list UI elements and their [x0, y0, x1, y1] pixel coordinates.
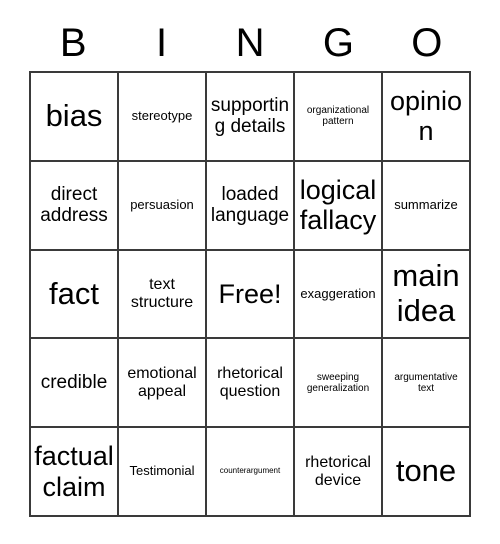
bingo-cell-label: main idea [392, 258, 460, 328]
bingo-cell-label: exaggeration [300, 285, 376, 301]
bingo-cell-label: logical fallacy [299, 174, 377, 236]
bingo-row: fact text structure Free! exaggeration m… [31, 250, 471, 340]
bingo-cell[interactable]: rhetorical device [295, 428, 383, 517]
bingo-cell-label: fact [49, 275, 99, 311]
bingo-cell-label: emotional appeal [127, 364, 197, 400]
bingo-cell[interactable]: persuasion [119, 161, 207, 251]
bingo-cell-label: counterargument [219, 466, 281, 476]
bingo-cell[interactable]: logical fallacy [295, 161, 383, 251]
bingo-cell-label: supporting details [210, 95, 290, 138]
bingo-cell-label: argumentative text [394, 371, 458, 394]
bingo-cell[interactable]: loaded language [207, 161, 295, 251]
bingo-cell[interactable]: sweeping generalization [295, 339, 383, 429]
bingo-cell-label: opinion [389, 86, 463, 147]
bingo-grid: bias stereotype supporting details organ… [29, 71, 471, 517]
bingo-cell[interactable]: argumentative text [383, 339, 471, 429]
bingo-cell[interactable]: tone [383, 428, 471, 517]
bingo-cell[interactable]: text structure [119, 250, 207, 340]
bingo-header-row: B I N G O [29, 14, 471, 71]
bingo-cell[interactable]: factual claim [31, 428, 119, 517]
bingo-header-letter-n: N [235, 20, 265, 65]
bingo-cell[interactable]: fact [31, 250, 119, 340]
bingo-cell-label: credible [40, 372, 108, 394]
bingo-cell[interactable]: exaggeration [295, 250, 383, 340]
bingo-cell-label: loaded language [210, 183, 290, 227]
bingo-row: factual claim Testimonial counterargumen… [31, 428, 471, 517]
bingo-cell-label: persuasion [130, 196, 194, 212]
bingo-cell-label: rhetorical device [305, 453, 371, 489]
bingo-cell[interactable]: credible [31, 339, 119, 429]
bingo-header-letter-g: G [322, 20, 354, 65]
bingo-row: bias stereotype supporting details organ… [31, 73, 471, 162]
bingo-cell[interactable]: direct address [31, 161, 119, 251]
bingo-cell[interactable]: organizational pattern [295, 73, 383, 162]
bingo-cell-label: summarize [394, 196, 458, 212]
bingo-card: B I N G O bias stereotype supporting det… [29, 14, 471, 517]
bingo-cell[interactable]: summarize [383, 161, 471, 251]
bingo-cell[interactable]: opinion [383, 73, 471, 162]
bingo-header-letter-i: I [156, 20, 168, 65]
bingo-cell-label: factual claim [34, 441, 114, 502]
bingo-cell[interactable]: rhetorical question [207, 339, 295, 429]
bingo-header-letter-o: O [411, 20, 443, 65]
bingo-row: direct address persuasion loaded languag… [31, 161, 471, 251]
bingo-cell[interactable]: emotional appeal [119, 339, 207, 429]
bingo-cell-label: rhetorical question [217, 364, 283, 400]
bingo-cell-label: Testimonial [129, 463, 195, 479]
bingo-cell[interactable]: main idea [383, 250, 471, 340]
bingo-header-letter-b: B [59, 20, 87, 65]
bingo-cell-label: stereotype [131, 108, 193, 124]
bingo-cell-label: sweeping generalization [306, 371, 370, 394]
bingo-cell-label: bias [45, 98, 103, 134]
bingo-cell-label: direct address [40, 183, 108, 227]
bingo-cell-label: organizational pattern [306, 105, 370, 128]
bingo-cell[interactable]: counterargument [207, 428, 295, 517]
bingo-cell-free[interactable]: Free! [207, 250, 295, 340]
bingo-cell[interactable]: supporting details [207, 73, 295, 162]
bingo-row: credible emotional appeal rhetorical que… [31, 339, 471, 429]
bingo-cell-label: tone [395, 453, 457, 489]
bingo-cell[interactable]: bias [31, 73, 119, 162]
bingo-cell-label: Free! [218, 278, 282, 309]
bingo-cell[interactable]: stereotype [119, 73, 207, 162]
bingo-cell-label: text structure [130, 276, 194, 311]
bingo-cell[interactable]: Testimonial [119, 428, 207, 517]
